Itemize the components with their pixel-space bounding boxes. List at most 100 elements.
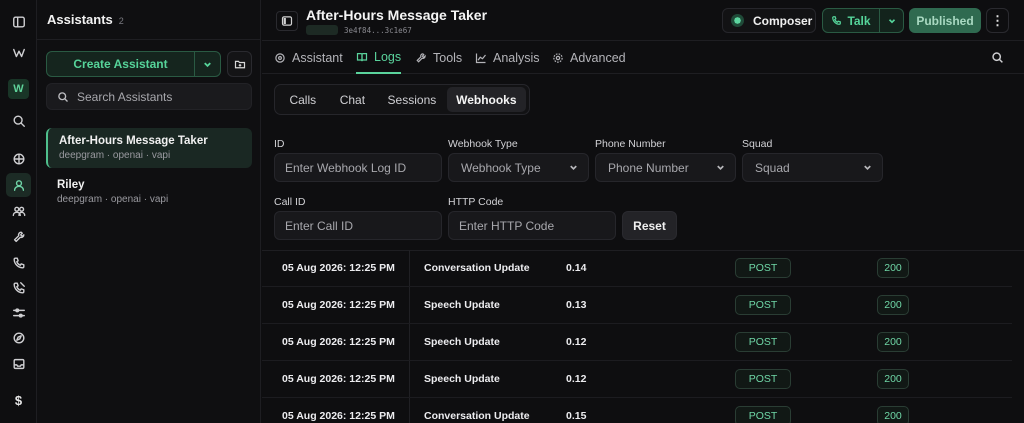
phone-number-value: Phone Number [608, 160, 689, 175]
inbox-icon[interactable] [6, 352, 31, 376]
column-divider [409, 324, 410, 360]
chart-icon [475, 53, 486, 63]
assistant-name: After-Hours Message Taker [59, 135, 208, 147]
log-time: 05 Aug 2026: 12:25 PM [282, 410, 395, 422]
tab-assistant[interactable]: Assistant [274, 41, 343, 74]
talk-button[interactable]: Talk [823, 9, 879, 32]
subtab-sessions[interactable]: Sessions [377, 87, 446, 112]
published-button[interactable]: Published [909, 8, 981, 33]
column-divider [409, 250, 410, 286]
folder-plus-icon [234, 60, 245, 69]
search-icon [992, 52, 1003, 63]
table-row[interactable]: 05 Aug 2026: 12:25 PM Speech Update 0.12 PO… [262, 324, 1012, 361]
table-row[interactable]: 05 Aug 2026: 12:25 PM Speech Update 0.12 PO… [262, 361, 1012, 398]
main-tabs: Assistant Logs Tools Analysis Advanced [262, 41, 1024, 74]
log-time: 05 Aug 2026: 12:25 PM [282, 336, 395, 348]
workspace-badge[interactable]: W [8, 79, 29, 99]
globe-icon[interactable] [6, 147, 31, 171]
phone-numbers-icon[interactable] [6, 276, 31, 300]
tab-advanced[interactable]: Advanced [552, 41, 626, 74]
create-assistant-button[interactable]: Create Assistant [47, 52, 194, 76]
table-row[interactable]: 05 Aug 2026: 12:25 PM Conversation Update… [262, 398, 1012, 423]
search-icon[interactable] [6, 109, 31, 133]
log-type: Conversation Update [424, 262, 530, 274]
talk-label: Talk [847, 13, 871, 28]
assistants-panel-header: Assistants 2 [37, 0, 260, 40]
http-method-badge: POST [735, 258, 791, 278]
compass-icon[interactable] [6, 326, 31, 350]
subtab-chat[interactable]: Chat [328, 87, 378, 112]
talk-button-group: Talk [822, 8, 904, 33]
phone-number-label: Phone Number [595, 138, 666, 150]
toggle-sidebar-icon[interactable] [6, 10, 31, 34]
book-icon [356, 52, 368, 61]
assistant-meta: deepgram · openai · vapi [57, 194, 169, 205]
log-type-tabs: Calls Chat Sessions Webhooks [274, 84, 530, 115]
panel-toggle-button[interactable] [276, 11, 298, 31]
tab-logs[interactable]: Logs [356, 41, 402, 74]
new-folder-button[interactable] [227, 51, 252, 77]
phone-number-select[interactable]: Phone Number [595, 153, 736, 182]
http-method-badge: POST [735, 406, 791, 423]
chevron-down-icon [864, 165, 871, 171]
squads-icon[interactable] [6, 199, 31, 223]
log-type: Speech Update [424, 299, 500, 311]
subtab-calls[interactable]: Calls [278, 87, 328, 112]
http-method-badge: POST [735, 295, 791, 315]
assistants-icon[interactable] [6, 173, 31, 197]
call-id-label: Call ID [274, 196, 306, 208]
status-code-badge: 200 [877, 332, 909, 352]
logs-search-button[interactable] [991, 51, 1004, 67]
tab-label: Assistant [292, 50, 343, 65]
assistants-count: 2 [118, 15, 124, 26]
app-root: W $ Assistants 2 Create Assistant After-… [0, 0, 1024, 423]
reset-button[interactable]: Reset [622, 211, 677, 240]
webhook-type-select[interactable]: Webhook Type [448, 153, 589, 182]
search-assistants-input[interactable] [77, 89, 247, 104]
more-options-button[interactable]: ⋮ [986, 8, 1009, 33]
page-title: After-Hours Message Taker [306, 7, 488, 23]
http-method-badge: POST [735, 332, 791, 352]
talk-dropdown[interactable] [879, 9, 903, 32]
column-divider [409, 398, 410, 423]
assistant-name: Riley [57, 179, 85, 191]
log-type: Speech Update [424, 336, 500, 348]
log-duration: 0.12 [566, 336, 587, 348]
assistants-panel: Assistants 2 Create Assistant After-Hour… [37, 0, 261, 423]
main-content: After-Hours Message Taker 3e4f84...3c1e6… [262, 0, 1024, 423]
log-type: Conversation Update [424, 410, 530, 422]
tab-tools[interactable]: Tools [415, 41, 462, 74]
table-row[interactable]: 05 Aug 2026: 12:25 PM Conversation Update… [262, 250, 1012, 287]
table-row[interactable]: 05 Aug 2026: 12:25 PM Speech Update 0.13 PO… [262, 287, 1012, 324]
http-method-badge: POST [735, 369, 791, 389]
webhook-log-id-input[interactable] [285, 160, 441, 175]
assistant-id[interactable]: 3e4f84...3c1e67 [344, 26, 412, 35]
status-code-badge: 200 [877, 406, 909, 423]
composer-gem-icon [731, 14, 744, 27]
http-code-field [448, 211, 616, 240]
billing-dollar-icon[interactable]: $ [6, 388, 31, 412]
tab-analysis[interactable]: Analysis [475, 41, 540, 74]
assistant-item-after-hours[interactable]: After-Hours Message Taker deepgram · ope… [46, 128, 252, 168]
wrench-icon[interactable] [6, 225, 31, 249]
sliders-icon[interactable] [6, 301, 31, 325]
composer-button[interactable]: Composer [722, 8, 816, 33]
column-divider [409, 287, 410, 323]
gear-icon [553, 52, 563, 63]
create-assistant-dropdown[interactable] [194, 52, 220, 76]
status-code-badge: 200 [877, 295, 909, 315]
assistant-meta: deepgram · openai · vapi [59, 150, 171, 161]
phone-icon[interactable] [6, 251, 31, 275]
assistant-item-riley[interactable]: Riley deepgram · openai · vapi [46, 172, 252, 212]
subtab-webhooks[interactable]: Webhooks [446, 87, 526, 112]
call-id-input[interactable] [285, 218, 441, 233]
vapi-logo-icon[interactable] [6, 41, 31, 65]
column-divider [409, 361, 410, 397]
webhook-type-value: Webhook Type [461, 160, 541, 175]
webhook-type-label: Webhook Type [448, 138, 518, 150]
log-duration: 0.15 [566, 410, 587, 422]
webhook-log-id-field [274, 153, 442, 182]
squad-select[interactable]: Squad [742, 153, 883, 182]
tab-label: Analysis [493, 50, 540, 65]
http-code-input[interactable] [459, 218, 615, 233]
